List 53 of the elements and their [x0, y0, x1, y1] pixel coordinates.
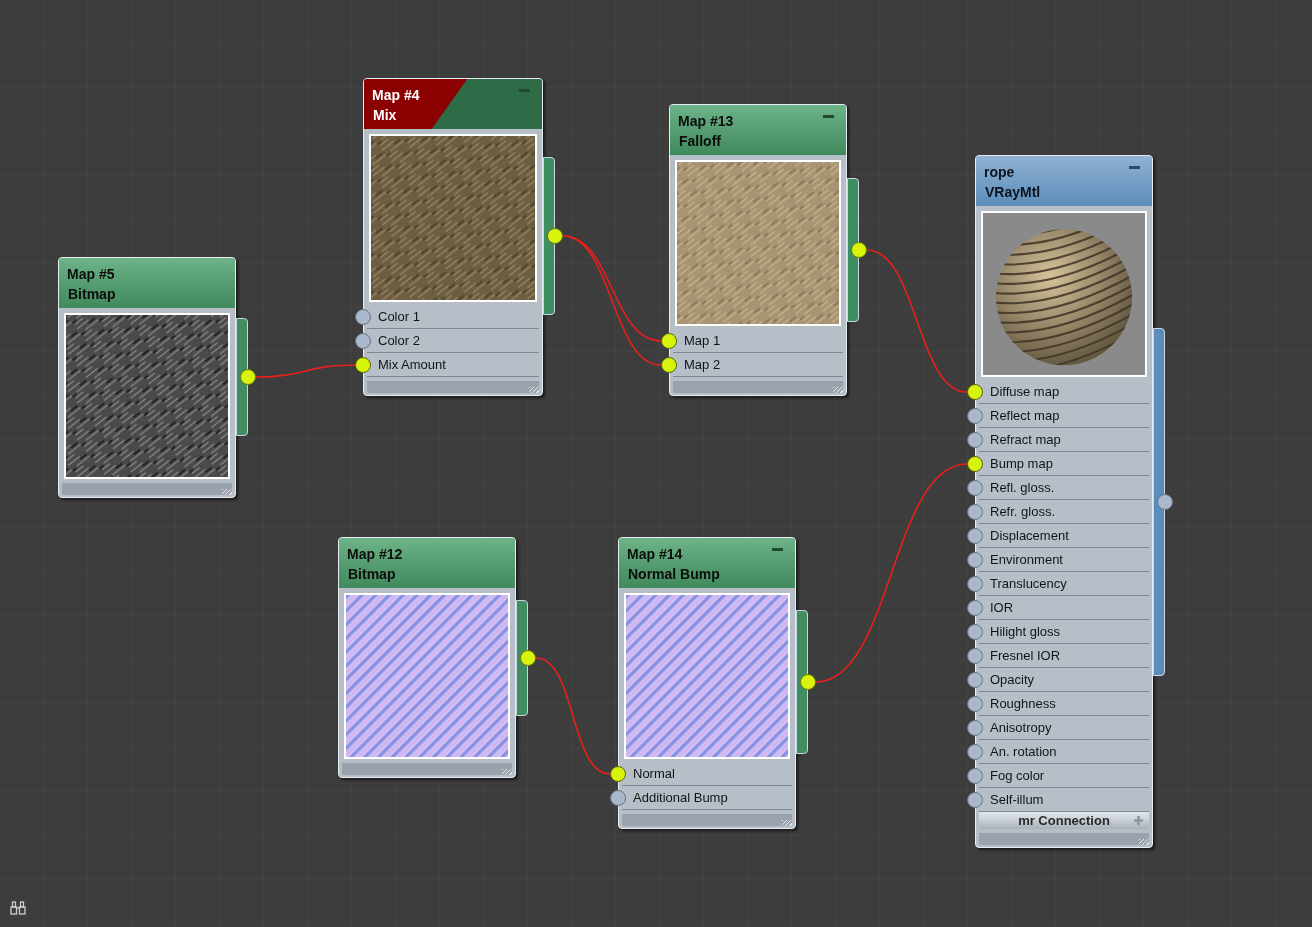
input-label: Normal [632, 764, 675, 783]
resize-grip-icon[interactable] [502, 769, 512, 775]
input-label: Bump map [989, 454, 1053, 473]
input-label: Additional Bump [632, 788, 728, 807]
input-label: Environment [989, 550, 1063, 569]
resize-grip-icon[interactable] [782, 820, 792, 826]
node-title: Map #4 [372, 86, 420, 105]
input-label: Fresnel IOR [989, 646, 1061, 665]
resize-grip-icon[interactable] [1139, 839, 1149, 845]
input-label: Map 2 [683, 355, 721, 374]
input-label: Translucency [989, 574, 1067, 593]
resize-grip-icon[interactable] [529, 387, 539, 393]
input-label: Mix Amount [377, 355, 446, 374]
input-label: An. rotation [989, 742, 1057, 761]
input-label: Hilight gloss [989, 622, 1061, 641]
input-label: Refl. gloss. [989, 478, 1055, 497]
node-title: Map #12 [347, 545, 403, 564]
resize-grip-icon[interactable] [833, 387, 843, 393]
node-type: Bitmap [68, 285, 116, 304]
section-label: mr Connection [1018, 811, 1110, 830]
input-label: Reflect map [989, 406, 1060, 425]
node-type: Bitmap [348, 565, 396, 584]
material-node[interactable]: Map #14 Normal Bump Normal Additional Bump [618, 537, 796, 829]
node-title: Map #13 [678, 112, 734, 131]
node-type: Normal Bump [628, 565, 720, 584]
input-label: Displacement [989, 526, 1069, 545]
node-type: VRayMtl [985, 183, 1041, 202]
input-label: Self-illum [989, 790, 1044, 809]
material-node[interactable]: Map #4 Mix Color 1 Color 2 Mix Amount [363, 78, 543, 396]
node-type: Mix [373, 106, 397, 125]
section-bar[interactable]: mr Connection [979, 812, 1149, 829]
input-label: Opacity [989, 670, 1035, 689]
binoculars-icon[interactable] [10, 900, 26, 916]
input-label: Refr. gloss. [989, 502, 1056, 521]
input-label: Diffuse map [989, 382, 1060, 401]
input-label: Color 2 [377, 331, 420, 350]
resize-grip-icon[interactable] [222, 489, 232, 495]
input-label: Color 1 [377, 307, 420, 326]
material-node[interactable] [975, 155, 1153, 848]
input-label: Fog color [989, 766, 1045, 785]
node-type: Falloff [679, 132, 721, 151]
node-title: Map #14 [627, 545, 683, 564]
material-node[interactable]: Map #5 Bitmap [58, 257, 236, 498]
node-title: Map #5 [67, 265, 115, 284]
material-node[interactable]: Map #13 Falloff Map 1 Map 2 [669, 104, 847, 396]
input-label: Anisotropy [989, 718, 1052, 737]
material-node[interactable]: Map #12 Bitmap [338, 537, 516, 778]
node-title: rope [984, 163, 1015, 182]
plus-icon [1134, 816, 1143, 825]
input-label: IOR [989, 598, 1014, 617]
input-label: Map 1 [683, 331, 721, 350]
input-label: Roughness [989, 694, 1056, 713]
input-label: Refract map [989, 430, 1061, 449]
